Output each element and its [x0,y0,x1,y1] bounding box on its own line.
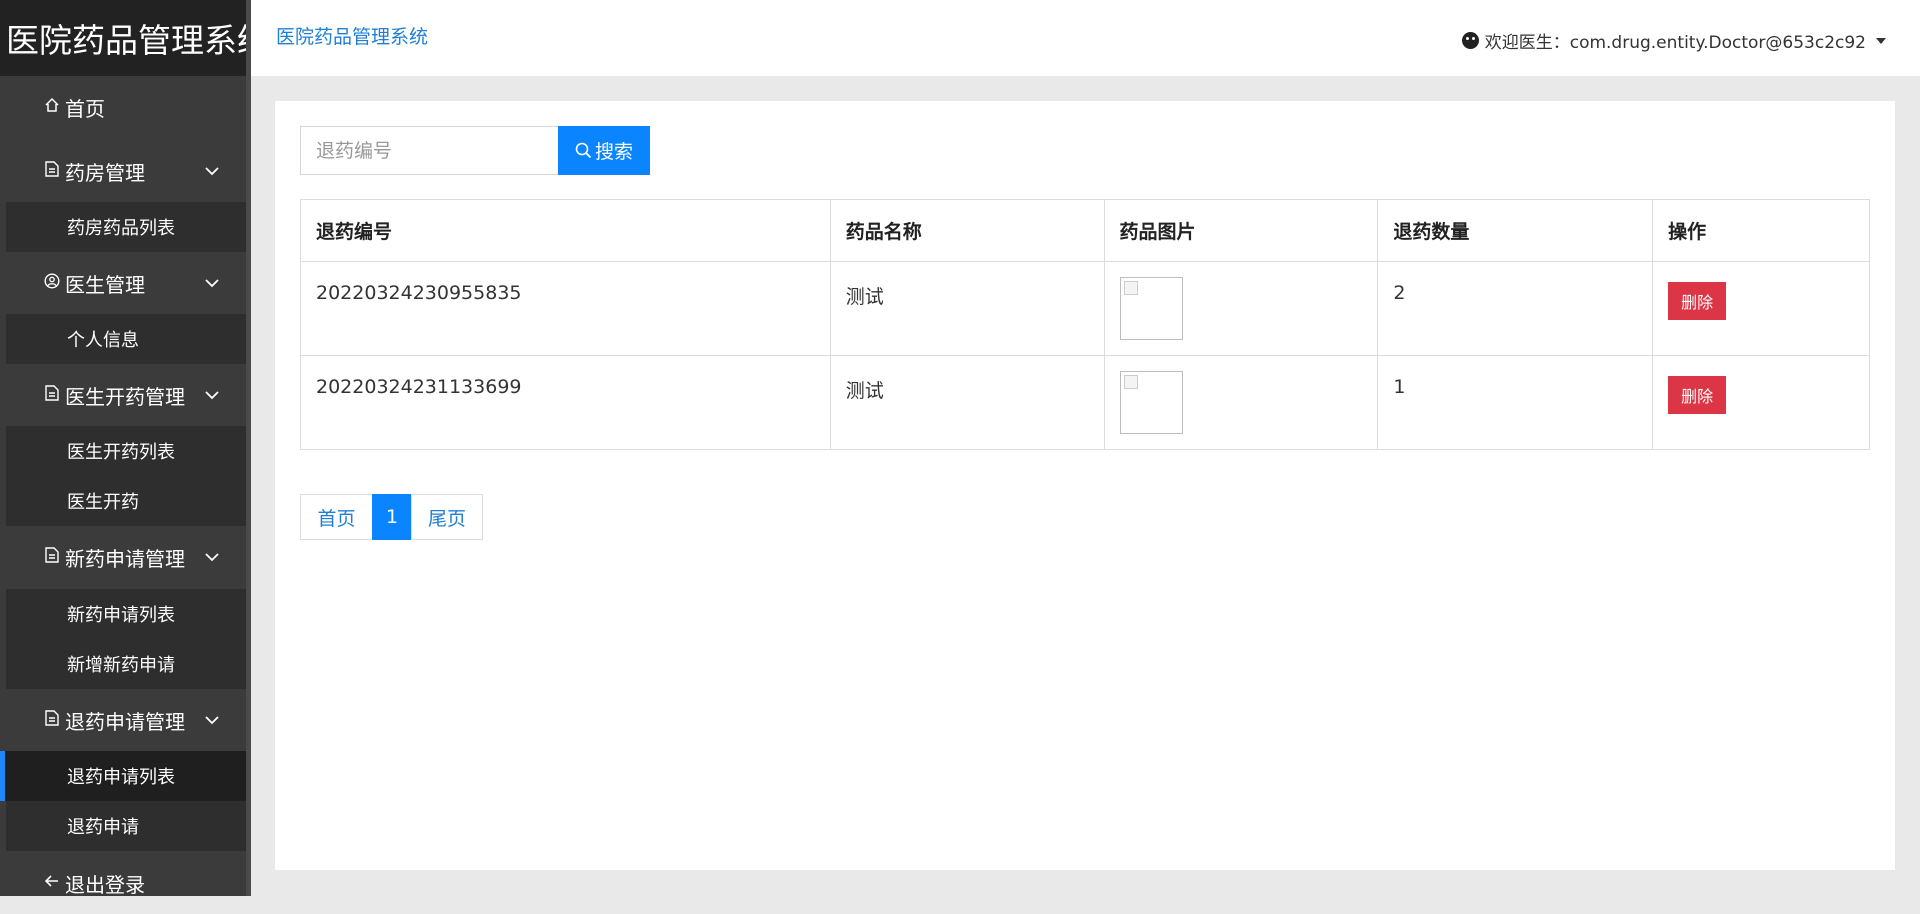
sidebar-item-logout[interactable]: 退出登录 [0,852,246,914]
refund-qty-cell: 2 [1377,261,1654,356]
smile-icon [1461,32,1479,49]
user-circle-icon [43,273,61,293]
drug-name-cell: 测试 [829,355,1105,450]
drug-name-cell: 测试 [829,261,1105,356]
table-header-row: 退药编号 药品名称 药品图片 退药数量 操作 [300,199,1870,262]
search-button-label: 搜索 [594,141,633,163]
header-title[interactable]: 医院药品管理系统 [276,22,428,49]
sidebar-item-label: 医生开药管理 [65,384,185,409]
sidebar-item-refund-apply[interactable]: 退药申请 [6,801,246,851]
refund-code-cell: 20220324230955835 [300,261,831,356]
chevron-down-icon [205,167,219,176]
sidebar-item-label: 退药申请 [67,817,139,838]
arrow-left-icon [43,873,61,893]
chevron-down-icon [205,279,219,288]
sidebar-item-label: 医生管理 [65,272,145,297]
sidebar-item-label: 药房药品列表 [67,218,175,239]
column-header: 操作 [1652,199,1870,262]
caret-down-icon [1876,37,1886,44]
sidebar-item-profile[interactable]: 个人信息 [6,314,246,364]
sidebar-item-label: 新药申请列表 [67,605,175,626]
pagination: 首页 1 尾页 [300,494,483,540]
sidebar-item-pharmacy-drugs[interactable]: 药房药品列表 [6,202,246,252]
sidebar-item-label: 退药申请管理 [65,709,185,734]
refund-table: 退药编号 药品名称 药品图片 退药数量 操作 20220324230955835… [300,199,1870,450]
delete-button[interactable]: 删除 [1668,376,1727,414]
sidebar: 医院药品管理系统 首页 药房管理 药房药品列表 医生管理 个人信息 医生开药管理… [0,0,251,897]
table-row: 20220324231133699 测试 1 删除 [300,355,1870,450]
refund-qty-cell: 1 [1377,355,1654,450]
sidebar-item-prescribe[interactable]: 医生开药管理 [0,364,246,426]
document-icon [43,710,61,730]
brand-title: 医院药品管理系统 [0,0,246,76]
home-icon [43,97,61,117]
document-icon [43,385,61,405]
sidebar-item-prescribe-new[interactable]: 医生开药 [6,476,246,526]
chevron-down-icon [205,553,219,562]
sidebar-item-label: 退药申请列表 [67,767,175,788]
sidebar-item-label: 新增新药申请 [67,655,175,676]
search-input[interactable] [300,126,558,175]
column-header: 药品图片 [1103,199,1379,262]
sidebar-item-newdrug-list[interactable]: 新药申请列表 [6,589,246,639]
delete-button[interactable]: 删除 [1668,282,1727,320]
user-greeting: 欢迎医生：com.drug.entity.Doctor@653c2c92 [1484,33,1866,53]
content-card: 搜索 退药编号 药品名称 药品图片 退药数量 操作 20220324230955… [275,101,1895,870]
sidebar-item-label: 个人信息 [67,330,139,351]
search-icon [575,142,592,159]
sidebar-item-label: 医生开药 [67,492,139,513]
action-cell: 删除 [1652,355,1870,450]
sidebar-item-label: 退出登录 [65,872,145,897]
sidebar-item-label: 药房管理 [65,160,145,185]
sidebar-item-label: 新药申请管理 [65,546,185,571]
sidebar-item-prescribe-list[interactable]: 医生开药列表 [6,426,246,476]
pagination-page[interactable]: 1 [372,494,412,540]
user-menu[interactable]: 欢迎医生：com.drug.entity.Doctor@653c2c92 [1461,28,1886,53]
sidebar-item-home[interactable]: 首页 [0,76,246,138]
refund-code-cell: 20220324231133699 [300,355,831,450]
sidebar-item-newdrug-add[interactable]: 新增新药申请 [6,639,246,689]
column-header: 药品名称 [829,199,1105,262]
table-row: 20220324230955835 测试 2 删除 [300,261,1870,356]
sidebar-item-doctor[interactable]: 医生管理 [0,252,246,314]
search-button[interactable]: 搜索 [558,126,650,175]
chevron-down-icon [205,391,219,400]
document-icon [43,547,61,567]
drug-image-cell [1103,261,1379,356]
column-header: 退药编号 [300,199,831,262]
sidebar-item-label: 首页 [65,96,105,121]
search-bar: 搜索 [300,126,650,175]
broken-image-icon [1119,371,1183,434]
sidebar-item-newdrug[interactable]: 新药申请管理 [0,526,246,588]
drug-image-cell [1103,355,1379,450]
top-header: 医院药品管理系统 欢迎医生：com.drug.entity.Doctor@653… [251,0,1920,76]
pagination-last[interactable]: 尾页 [411,494,483,540]
pagination-first[interactable]: 首页 [300,494,373,540]
sidebar-item-refund-list[interactable]: 退药申请列表 [0,751,246,801]
broken-image-icon [1119,277,1183,340]
sidebar-item-pharmacy[interactable]: 药房管理 [0,140,246,202]
document-icon [43,161,61,181]
action-cell: 删除 [1652,261,1870,356]
chevron-down-icon [205,716,219,725]
sidebar-item-label: 医生开药列表 [67,442,175,463]
column-header: 退药数量 [1377,199,1654,262]
sidebar-item-refund[interactable]: 退药申请管理 [0,689,246,751]
